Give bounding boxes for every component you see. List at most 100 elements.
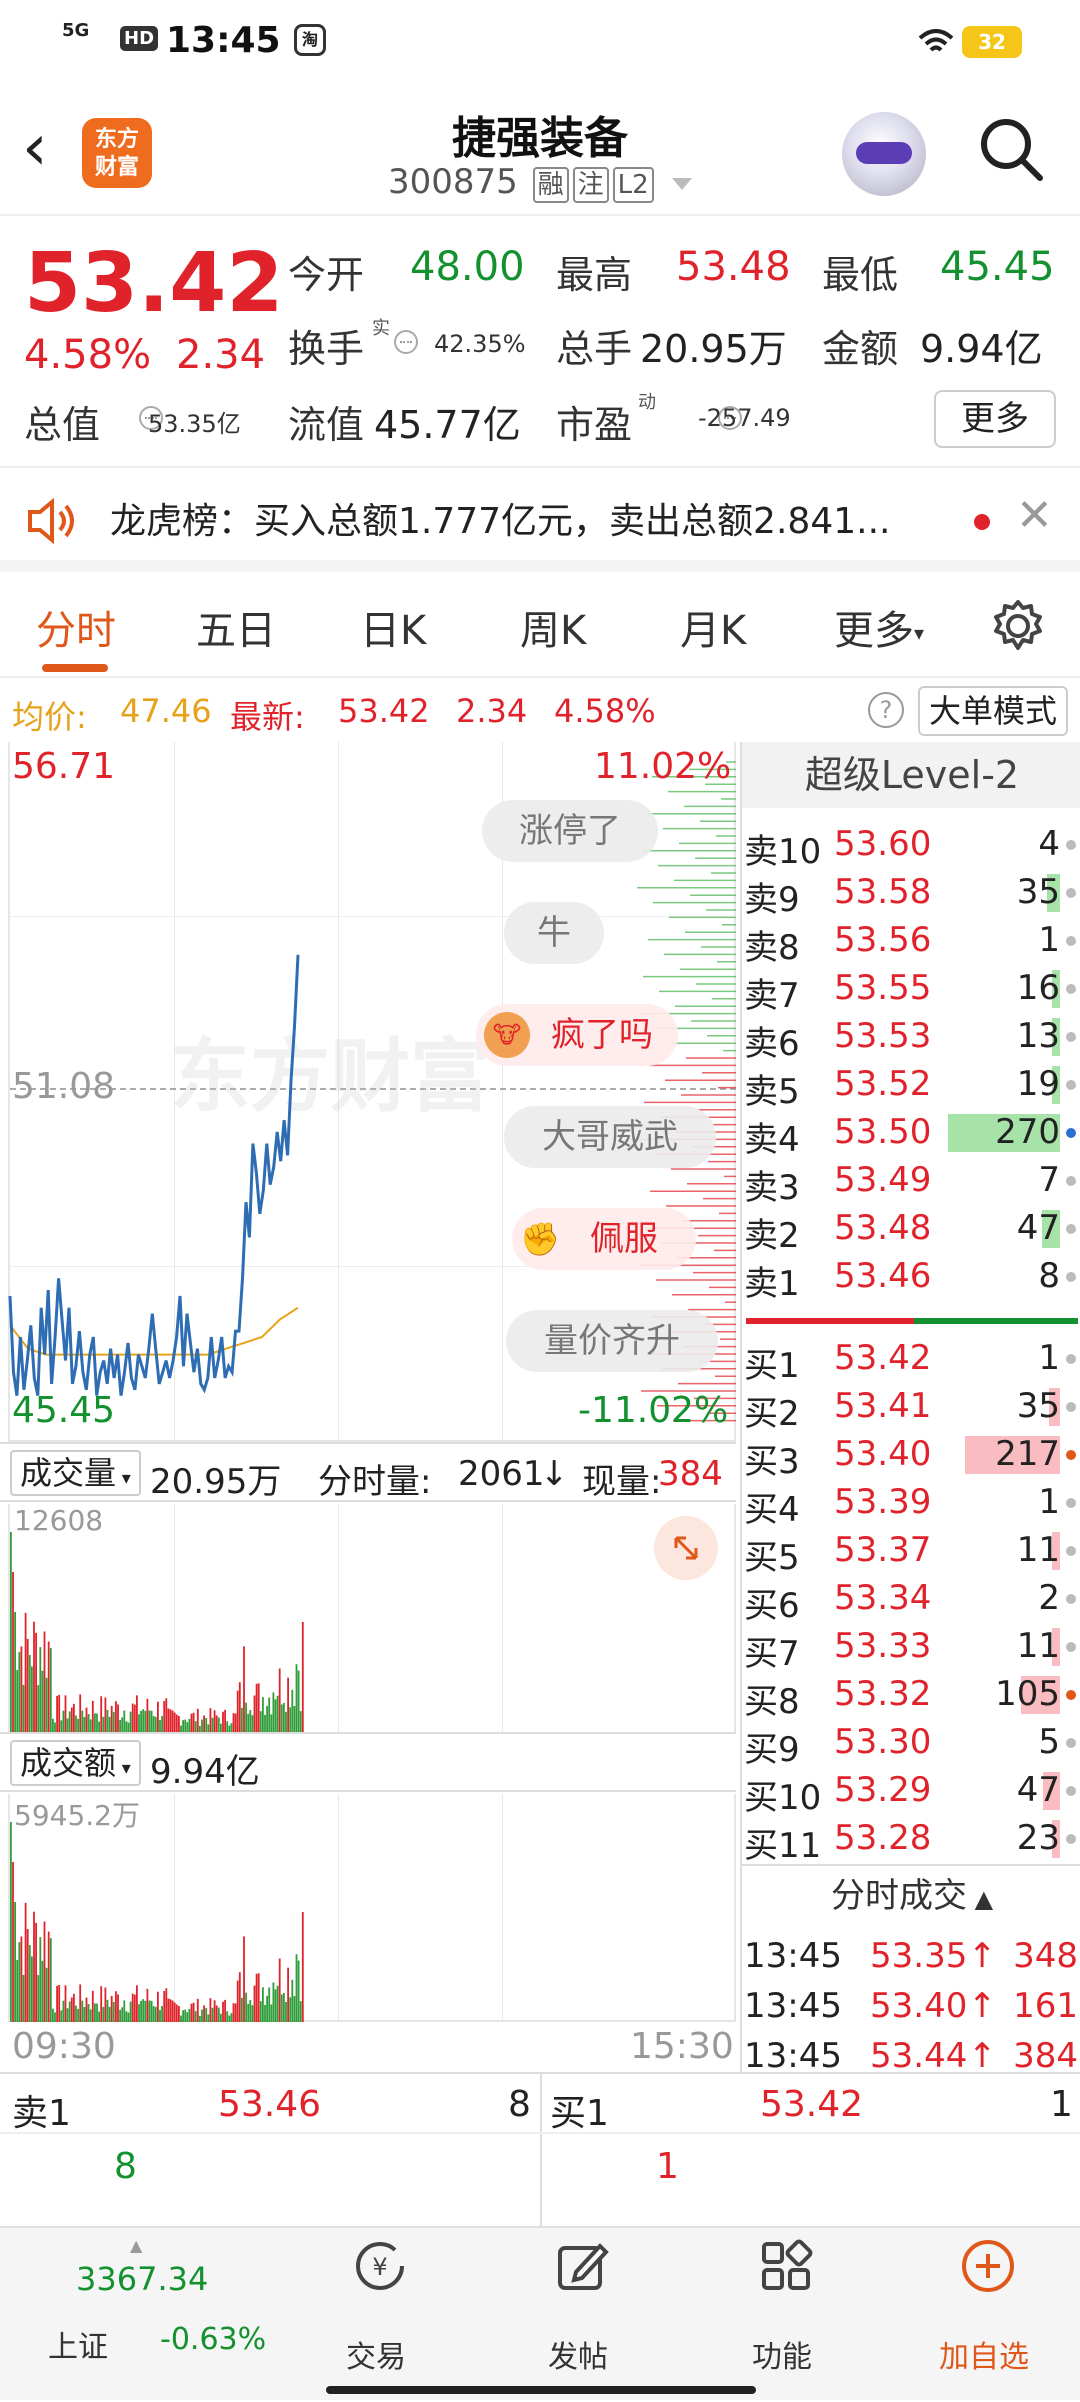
cow-emoji-icon: 🐮	[484, 1012, 530, 1058]
turnover-sup: 实	[372, 318, 390, 339]
volume-bar	[201, 1719, 203, 1732]
level-volume: 7	[1038, 1160, 1060, 1200]
volume-bar	[123, 1710, 126, 1732]
nav-add-watchlist[interactable]: 加自选	[914, 2228, 1054, 2402]
turnover-value: 42.35%	[434, 330, 526, 358]
mktcap-value: 53.35亿	[148, 410, 241, 438]
order-dot-icon	[1066, 888, 1076, 898]
amount-bar	[205, 2008, 208, 2022]
amount-bar	[268, 1987, 271, 2022]
intraday-chart[interactable]: 东方财富 56.71 51.08 45.45 11.02% -11.02% 涨停…	[0, 742, 736, 2067]
amount-select[interactable]: 成交额 ▾	[10, 1740, 141, 1786]
amount-bar	[154, 2006, 157, 2022]
open-value: 48.00	[410, 244, 525, 290]
index-name: 上证	[48, 2330, 108, 2365]
volume-select[interactable]: 成交量 ▾	[10, 1450, 141, 1496]
nav-function[interactable]: 功能	[712, 2228, 852, 2402]
index-quote[interactable]: ▲ 3367.34 上证 -0.63%	[0, 2228, 280, 2402]
ask-level-2[interactable]: 卖9 53.58 35	[742, 868, 1080, 920]
nav-add-label: 加自选	[939, 2340, 1029, 2375]
level2-title[interactable]: 超级Level-2	[742, 742, 1080, 808]
settings-gear-icon[interactable]	[990, 598, 1046, 654]
amount-bar	[161, 2005, 163, 2022]
order-dot-icon	[1066, 1272, 1076, 1282]
bid-level-11[interactable]: 买11 53.28 23	[742, 1814, 1080, 1866]
ask-level-1[interactable]: 卖10 53.60 4	[742, 820, 1080, 872]
comment-bubble[interactable]: 涨停了	[482, 800, 658, 862]
amount-bar	[272, 1982, 275, 2022]
trade-time: 13:45	[744, 1986, 842, 2026]
amount-bar	[167, 1998, 170, 2022]
order-dot-icon	[1066, 984, 1076, 994]
tab-monthly-k[interactable]: 月K	[680, 598, 746, 656]
amount-bar	[102, 2006, 105, 2022]
amount-bar	[226, 2011, 229, 2022]
amount-bar	[104, 1987, 107, 2022]
bid-level-7[interactable]: 买7 53.33 11	[742, 1622, 1080, 1674]
comment-bubble[interactable]: 量价齐升	[506, 1310, 718, 1372]
trades-title[interactable]: 分时成交 ▲	[742, 1866, 1080, 1926]
close-icon[interactable]: ✕	[1016, 490, 1053, 541]
volume-bar	[154, 1716, 157, 1732]
ask-level-3[interactable]: 卖8 53.56 1	[742, 916, 1080, 968]
search-icon[interactable]	[976, 114, 1046, 184]
nav-post[interactable]: 发帖	[508, 2228, 648, 2402]
tab-more[interactable]: 更多▾	[834, 598, 924, 656]
amount-bar	[85, 1997, 88, 2022]
tab-intraday[interactable]: 分时	[36, 598, 116, 656]
tab-daily-k[interactable]: 日K	[360, 598, 426, 656]
price-line	[8, 954, 300, 1396]
comment-bubble[interactable]: 🐮 疯了吗	[476, 1004, 678, 1066]
bid-level-9[interactable]: 买9 53.30 5	[742, 1718, 1080, 1770]
volume-bar	[157, 1701, 159, 1732]
amount-bar	[108, 2006, 111, 2022]
ask-level-8[interactable]: 卖3 53.49 7	[742, 1156, 1080, 1208]
ask-level-4[interactable]: 卖7 53.55 16	[742, 964, 1080, 1016]
amount-bar	[18, 1942, 21, 2022]
ask-level-10[interactable]: 卖1 53.46 8	[742, 1252, 1080, 1304]
ask-level-5[interactable]: 卖6 53.53 13	[742, 1012, 1080, 1064]
bid-level-10[interactable]: 买10 53.29 47	[742, 1766, 1080, 1818]
bid-level-2[interactable]: 买2 53.41 35	[742, 1382, 1080, 1434]
amount-bar	[75, 2005, 77, 2022]
home-indicator[interactable]	[326, 2386, 756, 2394]
volume-bar	[270, 1714, 273, 1732]
big-order-mode-button[interactable]: 大单模式	[918, 686, 1068, 736]
stock-code-row[interactable]: 300875 融注 L2	[388, 162, 693, 203]
volume-bar	[299, 1711, 302, 1732]
comment-bubble[interactable]: 大哥威武	[504, 1106, 716, 1168]
registration-tag: 注	[572, 167, 609, 203]
nav-trade[interactable]: ¥ 交易	[306, 2228, 446, 2402]
pct-low-label: -11.02%	[578, 1390, 729, 1431]
index-value: 3367.34	[76, 2260, 209, 2298]
trade-volume: 348	[1013, 1936, 1078, 1976]
help-icon[interactable]: ?	[868, 692, 904, 728]
trade-volume: 161	[1013, 1986, 1078, 2026]
grid-icon	[762, 2239, 813, 2290]
info-icon[interactable]	[394, 330, 418, 354]
bid-level-4[interactable]: 买4 53.39 1	[742, 1478, 1080, 1530]
more-quote-button[interactable]: 更多	[934, 390, 1056, 448]
bid-level-8[interactable]: 买8 53.32 105	[742, 1670, 1080, 1722]
bid-level-3[interactable]: 买3 53.40 217	[742, 1430, 1080, 1482]
expand-icon[interactable]	[654, 1516, 718, 1580]
robot-assistant-icon[interactable]	[842, 112, 926, 196]
volume-bar	[274, 1699, 277, 1732]
bid-level-1[interactable]: 买1 53.42 1	[742, 1334, 1080, 1386]
tab-weekly-k[interactable]: 周K	[520, 598, 586, 656]
ask-level-9[interactable]: 卖2 53.48 47	[742, 1204, 1080, 1256]
high-value: 53.48	[676, 244, 791, 290]
bid-level-5[interactable]: 买5 53.37 11	[742, 1526, 1080, 1578]
amount-bar	[249, 2000, 252, 2022]
comment-bubble[interactable]: ✊ 佩服	[512, 1208, 696, 1270]
volume-bar	[243, 1646, 245, 1732]
comment-bubble[interactable]: 牛	[504, 902, 604, 964]
tab-five-day[interactable]: 五日	[196, 598, 276, 656]
bid-level-6[interactable]: 买6 53.34 2	[742, 1574, 1080, 1626]
volume-bar	[297, 1670, 300, 1732]
quote-panel: 53.42 4.58% 2.34 今开 48.00 最高 53.48 最低 45…	[0, 218, 1080, 468]
news-ticker[interactable]: 龙虎榜：买入总额1.777亿元，卖出总额2.841... ✕	[0, 470, 1080, 572]
ask-level-7[interactable]: 卖4 53.50 270	[742, 1108, 1080, 1160]
amount-bar	[203, 2005, 205, 2022]
ask-level-6[interactable]: 卖5 53.52 19	[742, 1060, 1080, 1112]
